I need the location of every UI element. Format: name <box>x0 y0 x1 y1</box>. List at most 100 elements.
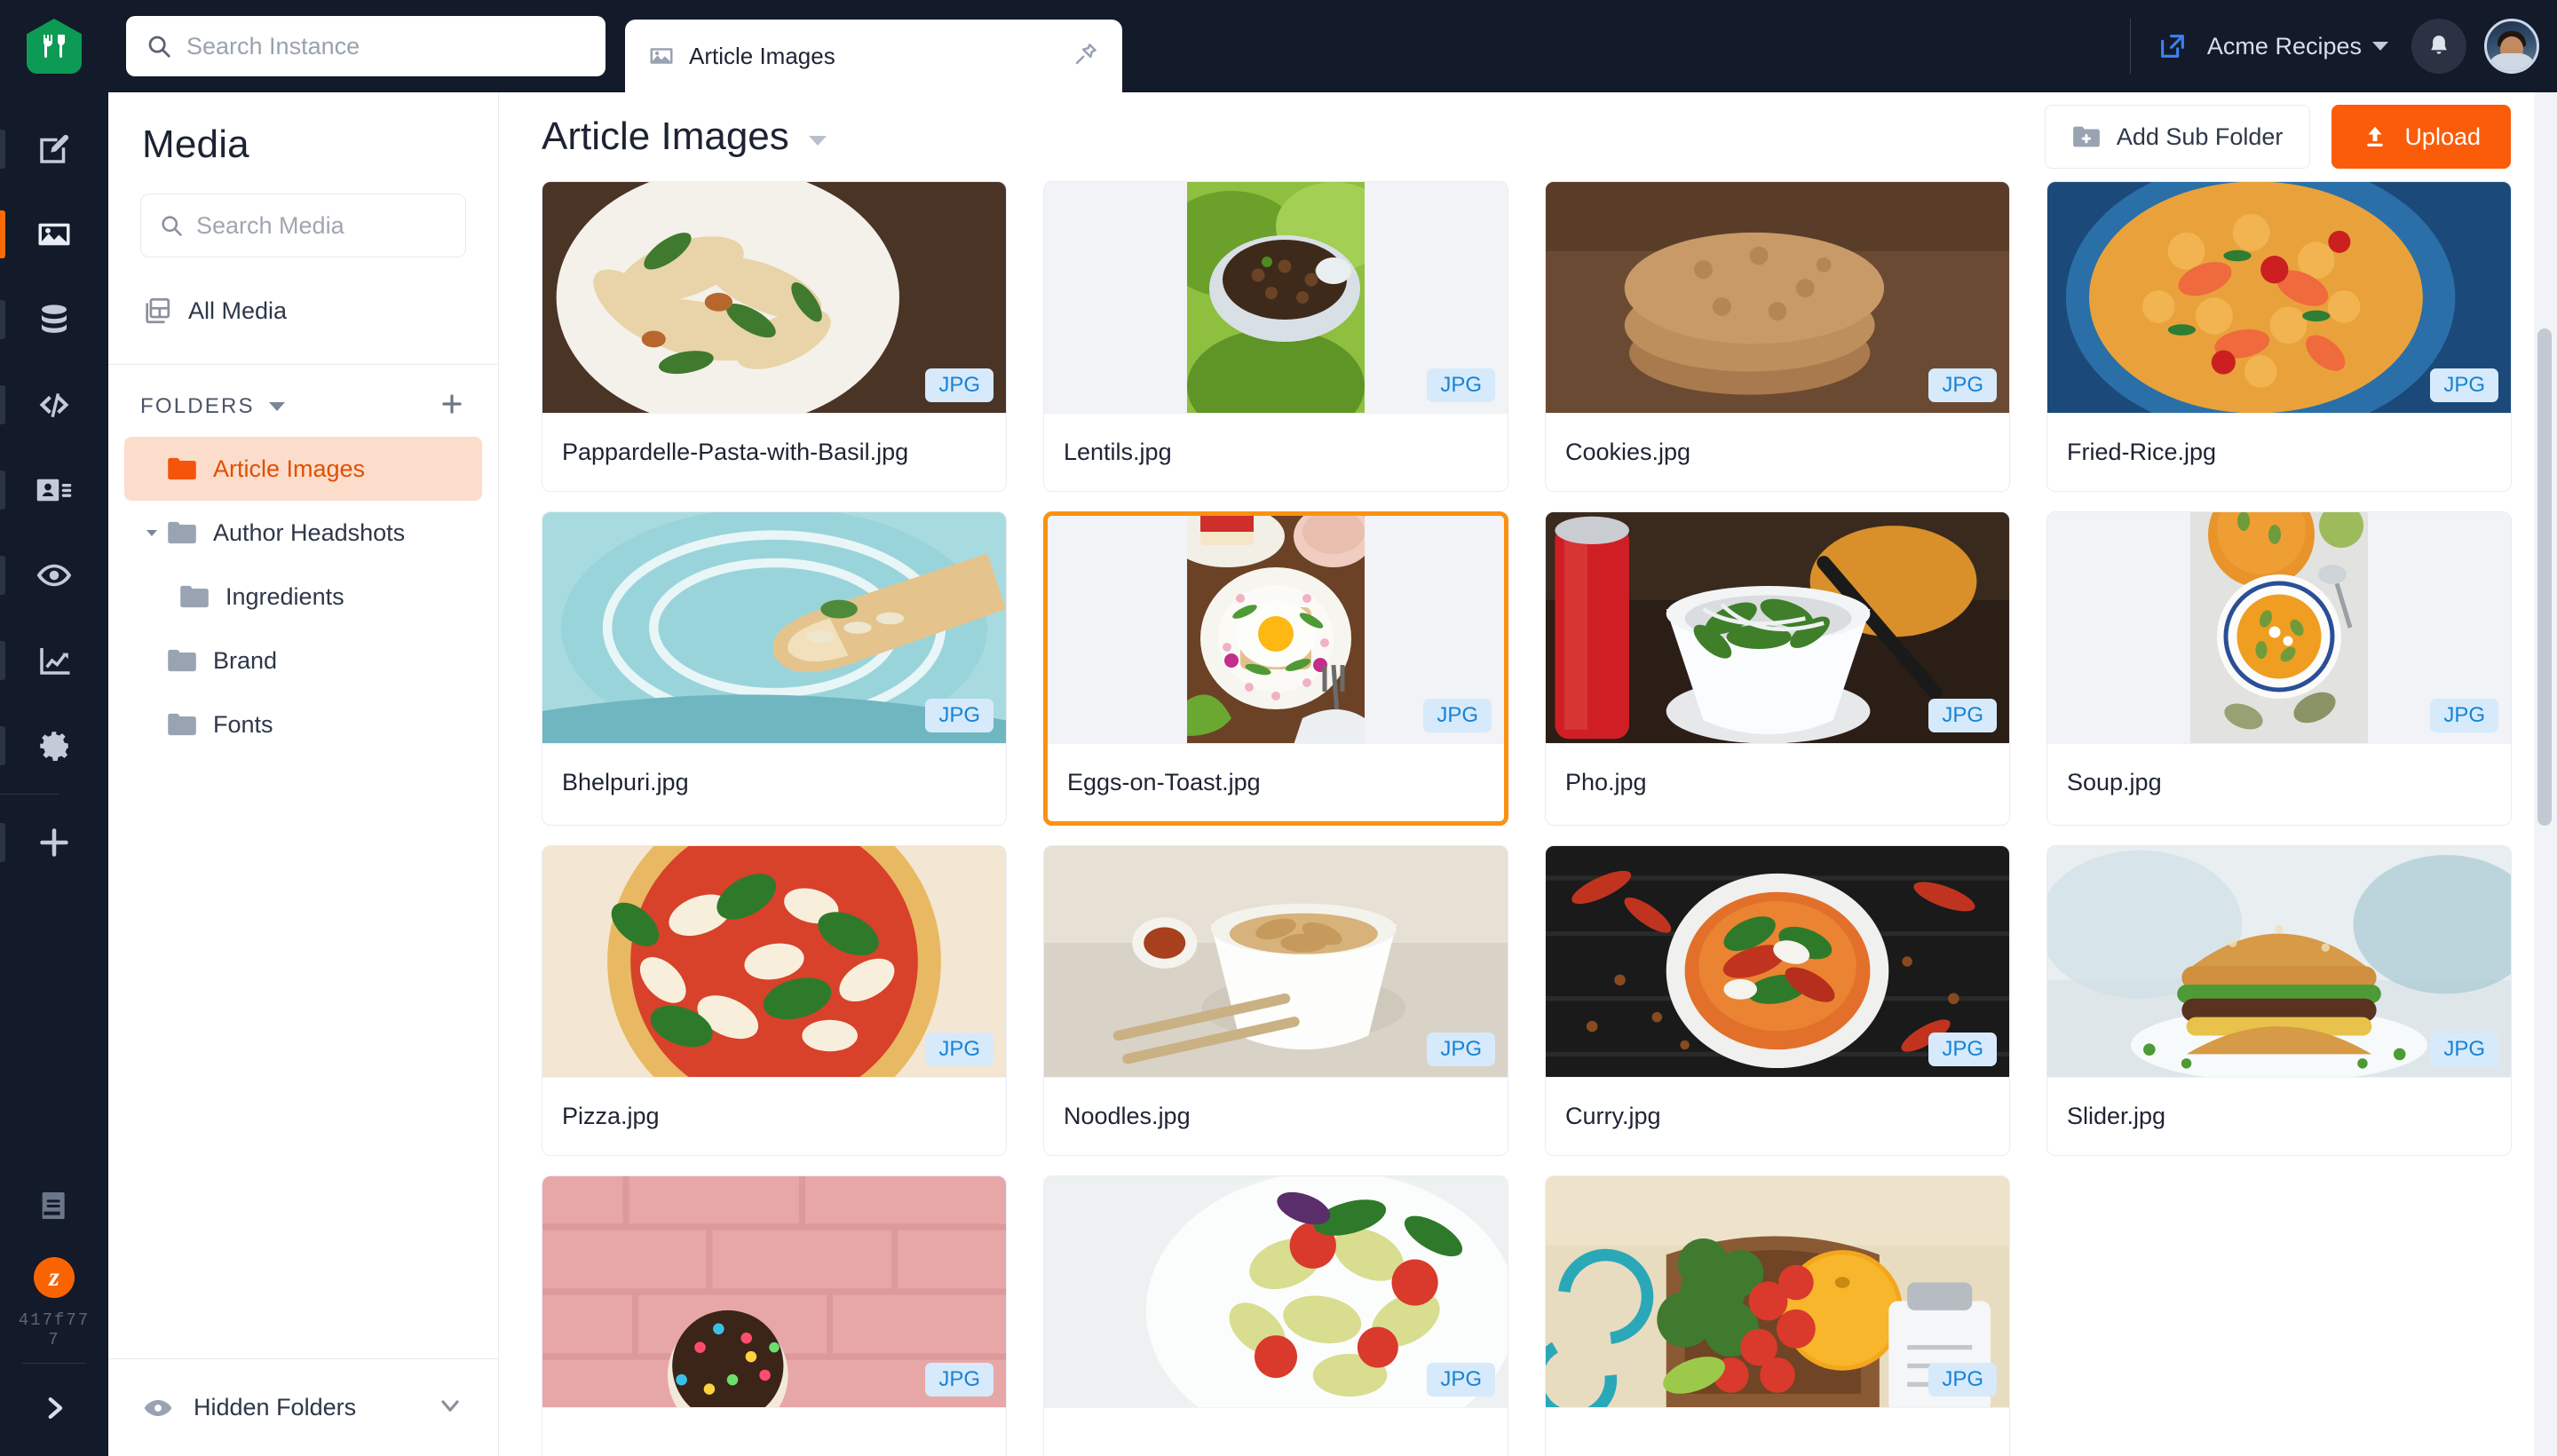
rail-tick <box>0 130 5 169</box>
expand-sidebar-button[interactable] <box>0 1373 108 1444</box>
folder-item-article-images[interactable]: Article Images <box>124 437 482 501</box>
plus-icon <box>442 394 462 414</box>
file-type-badge: JPG <box>1423 699 1492 732</box>
file-type-badge: JPG <box>925 1363 994 1397</box>
media-card[interactable]: JPG Lentils.jpg <box>1043 181 1508 492</box>
add-sub-folder-button[interactable]: Add Sub Folder <box>2044 105 2311 169</box>
top-bar-right: Acme Recipes <box>2129 0 2557 92</box>
rail-tick <box>0 385 5 424</box>
media-card[interactable]: JPG Bhelpuri.jpg <box>542 511 1007 826</box>
media-thumbnail: JPG <box>2047 182 2511 413</box>
scrollbar[interactable] <box>2537 328 2552 1394</box>
header-actions: Add Sub Folder Upload <box>2044 105 2511 169</box>
version-label: 417f777 <box>18 1310 91 1350</box>
sidebar-item-preview[interactable] <box>0 533 108 618</box>
file-type-badge: JPG <box>2430 1033 2498 1066</box>
rail-tick <box>0 726 5 765</box>
folder-icon <box>180 585 209 608</box>
contact-card-icon <box>36 479 72 502</box>
user-avatar[interactable] <box>2484 19 2539 74</box>
thumbnail-image-soup <box>2190 512 2368 743</box>
docs-button[interactable] <box>0 1167 108 1244</box>
folder-item-ingredients[interactable]: Ingredients <box>124 565 482 629</box>
instance-selector-label[interactable]: Acme Recipes <box>2207 33 2362 60</box>
media-grid-scroll-area[interactable]: JPG Pappardelle-Pasta-with-Basil.jpg JPG… <box>499 181 2557 1456</box>
media-thumbnail: JPG <box>1546 1176 2009 1407</box>
sidebar-item-database[interactable] <box>0 277 108 362</box>
topbar-divider <box>2129 19 2131 74</box>
open-site-button[interactable] <box>2157 31 2188 61</box>
file-type-badge: JPG <box>925 368 994 402</box>
sidebar-item-media[interactable] <box>0 192 108 277</box>
sidebar-item-code[interactable] <box>0 362 108 447</box>
media-card[interactable]: JPG Fried-Rice.jpg <box>2046 181 2512 492</box>
chevron-right-icon <box>48 1397 63 1420</box>
folder-item-brand[interactable]: Brand <box>124 629 482 692</box>
media-file-name: Soup.jpg <box>2047 743 2511 821</box>
media-thumbnail: JPG <box>542 1176 1006 1407</box>
folder-item-author-headshots[interactable]: Author Headshots <box>124 501 482 565</box>
media-card[interactable]: JPG Pho.jpg <box>1545 511 2010 826</box>
media-card[interactable]: JPG Pizza.jpg <box>542 845 1007 1156</box>
chevron-down-icon[interactable] <box>436 1391 464 1424</box>
eye-target-icon <box>36 564 72 587</box>
media-card[interactable]: JPG Curry.jpg <box>1545 845 2010 1156</box>
page-title-caret-down-icon[interactable] <box>808 135 827 146</box>
pin-tab-button[interactable] <box>1073 41 1099 72</box>
folders-section-header: FOLDERS <box>108 365 498 423</box>
top-bar: Search Instance Article Images Acme Reci… <box>108 0 2557 92</box>
folder-tree: Article Images Author Headshots Ingredie… <box>108 437 498 756</box>
media-card[interactable]: JPG <box>542 1175 1007 1456</box>
media-card[interactable]: JPG Noodles.jpg <box>1043 845 1508 1156</box>
folder-label: Article Images <box>213 455 366 482</box>
search-instance-input[interactable]: Search Instance <box>126 16 606 76</box>
app-logo[interactable] <box>0 0 108 92</box>
media-thumbnail: JPG <box>2047 846 2511 1077</box>
media-card[interactable]: JPG <box>1545 1175 2010 1456</box>
media-file-name: Bhelpuri.jpg <box>542 743 1006 821</box>
media-thumbnail: JPG <box>1044 182 1508 413</box>
media-card[interactable]: JPG Pappardelle-Pasta-with-Basil.jpg <box>542 181 1007 492</box>
rail-divider <box>0 794 59 795</box>
sidebar-item-analytics[interactable] <box>0 618 108 703</box>
media-card[interactable]: JPG <box>1043 1175 1508 1456</box>
search-media-input[interactable]: Search Media <box>140 194 466 257</box>
caret-down-icon[interactable] <box>140 524 163 542</box>
media-card[interactable]: JPG Cookies.jpg <box>1545 181 2010 492</box>
file-type-badge: JPG <box>1427 1033 1495 1066</box>
add-folder-button[interactable] <box>438 390 466 423</box>
file-type-badge: JPG <box>1427 1363 1495 1397</box>
media-card-selected[interactable]: JPG Eggs-on-Toast.jpg <box>1043 511 1508 826</box>
all-media-label: All Media <box>188 297 288 324</box>
brand-logo-mark[interactable]: z <box>0 1244 108 1311</box>
file-type-badge: JPG <box>925 1033 994 1066</box>
sidebar-item-contacts[interactable] <box>0 447 108 533</box>
media-file-name <box>1546 1407 2009 1456</box>
sidebar-item-all-media[interactable]: All Media <box>124 279 482 343</box>
pin-icon <box>1075 43 1096 64</box>
sidebar-item-settings[interactable] <box>0 703 108 788</box>
caret-down-icon[interactable] <box>268 401 285 411</box>
media-file-name: Pappardelle-Pasta-with-Basil.jpg <box>542 413 1006 491</box>
thumbnail-image-eggs-on-toast <box>1187 516 1365 743</box>
app-root: z 417f777 Search Instance Article Images… <box>0 0 2557 1456</box>
rail-tick <box>0 556 5 595</box>
chevron-down-icon[interactable] <box>2372 42 2388 51</box>
sidebar-item-add[interactable] <box>0 800 108 885</box>
tab-article-images[interactable]: Article Images <box>625 20 1122 92</box>
media-file-name: Pizza.jpg <box>542 1077 1006 1155</box>
media-card[interactable]: JPG Slider.jpg <box>2046 845 2512 1156</box>
main-content: Article Images Add Sub Folder Upload JPG… <box>499 92 2557 1456</box>
media-card[interactable]: JPG Soup.jpg <box>2046 511 2512 826</box>
hidden-folders-toggle[interactable]: Hidden Folders <box>108 1358 498 1456</box>
grid-layout-icon <box>146 297 170 324</box>
file-type-badge: JPG <box>1928 1033 1997 1066</box>
scrollbar-thumb[interactable] <box>2537 328 2552 826</box>
add-sub-folder-label: Add Sub Folder <box>2116 123 2284 150</box>
gear-icon <box>40 732 68 761</box>
sidebar-item-compose[interactable] <box>0 107 108 192</box>
notifications-button[interactable] <box>2411 19 2466 74</box>
folder-item-fonts[interactable]: Fonts <box>124 692 482 756</box>
upload-button[interactable]: Upload <box>2331 105 2511 169</box>
media-thumbnail: JPG <box>542 846 1006 1077</box>
